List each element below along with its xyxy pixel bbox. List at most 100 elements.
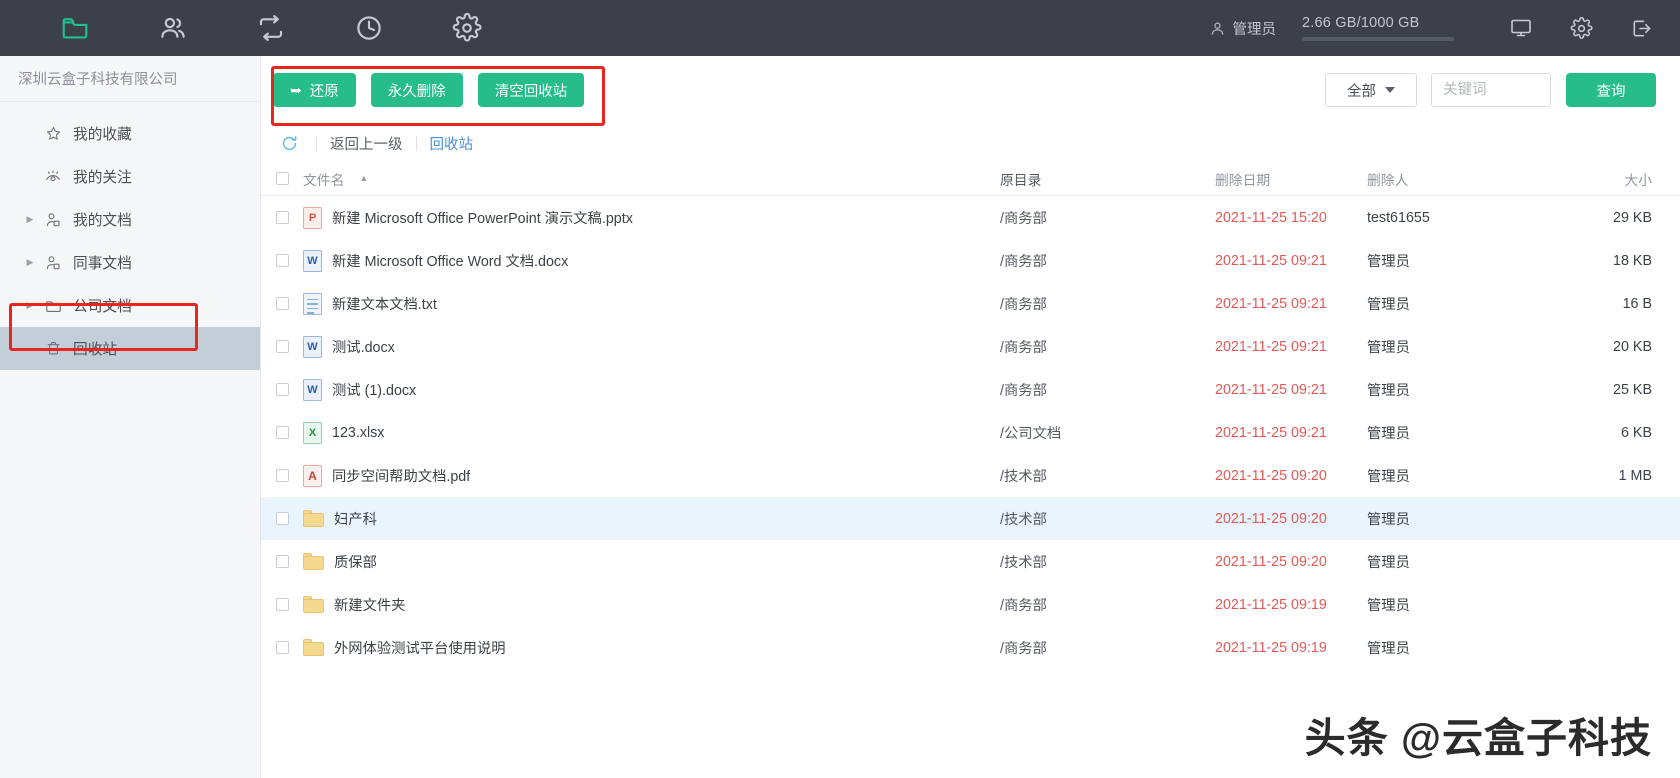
cell-file-name[interactable]: 新建文件夹 (303, 594, 1000, 615)
cell-file-name[interactable]: W 测试.docx (303, 335, 1000, 358)
select-all-checkbox[interactable] (275, 172, 289, 185)
row-checkbox[interactable] (275, 211, 289, 224)
row-checkbox[interactable] (275, 641, 289, 654)
cell-file-name[interactable]: W 新建 Microsoft Office Word 文档.docx (303, 249, 1000, 272)
table-row[interactable]: 外网体验测试平台使用说明/商务部 2021-11-25 09:19 管理员 (261, 626, 1680, 669)
cell-delete-date: 2021-11-25 09:21 (1215, 424, 1327, 441)
sidebar-item-colleague-documents[interactable]: ▶ 同事文档 (0, 241, 260, 284)
refresh-icon[interactable] (275, 129, 303, 157)
sidebar-item-my-documents[interactable]: ▶ 我的文档 (0, 198, 260, 241)
cell-file-name[interactable]: 外网体验测试平台使用说明 (303, 637, 1000, 658)
word-file-icon: W (303, 335, 322, 358)
cell-file-name[interactable]: 质保部 (303, 551, 1000, 572)
nav-gear-icon[interactable] (450, 11, 484, 45)
cell-size: 16 B (1622, 295, 1652, 312)
cell-delete-date: 2021-11-25 09:21 (1215, 295, 1327, 312)
cell-file-name[interactable]: P 新建 Microsoft Office PowerPoint 演示文稿.ppt… (303, 206, 1000, 229)
row-checkbox[interactable] (275, 598, 289, 611)
column-header-name[interactable]: 文件名 ▲ (303, 169, 1000, 189)
sidebar-item-label: 回收站 (73, 342, 118, 358)
row-select-cell (261, 426, 303, 439)
row-checkbox[interactable] (275, 254, 289, 267)
sidebar-item-recycle-bin[interactable]: ▶ 回收站 (0, 327, 260, 370)
row-checkbox[interactable] (275, 383, 289, 396)
permanent-delete-button[interactable]: 永久删除 (370, 73, 463, 107)
permanent-delete-label: 永久删除 (387, 83, 446, 100)
filter-scope-value: 全部 (1347, 83, 1376, 100)
table-row[interactable]: 质保部/技术部 2021-11-25 09:20 管理员 (261, 540, 1680, 583)
row-checkbox[interactable] (275, 469, 289, 482)
top-bar-right: 管理员 2.66 GB/1000 GB (1209, 15, 1680, 41)
restore-button[interactable]: ➥ 还原 (273, 73, 356, 107)
back-to-parent-link[interactable]: 返回上一级 (330, 133, 403, 154)
sidebar-item-company-documents[interactable]: ▶ 公司文档 (0, 284, 260, 327)
row-checkbox[interactable] (275, 426, 289, 439)
cell-deleted-by: 管理员 (1367, 426, 1410, 442)
cell-size: 1 MB (1618, 467, 1652, 484)
search-input[interactable] (1431, 73, 1551, 107)
cell-file-name[interactable]: A 同步空间帮助文档.pdf (303, 464, 1000, 487)
select-all-cell (261, 172, 303, 185)
table-row[interactable]: W 测试 (1).docx/商务部 2021-11-25 09:21 管理员 25 KB (261, 368, 1680, 411)
table-row[interactable]: P 新建 Microsoft Office PowerPoint 演示文稿.ppt… (261, 196, 1680, 239)
cell-file-name[interactable]: 新建文本文档.txt (303, 292, 1000, 315)
caret-icon[interactable]: ▶ (22, 257, 38, 268)
cell-file-name[interactable]: 妇产科 (303, 508, 1000, 529)
pdf-file-icon: A (303, 464, 322, 487)
row-checkbox[interactable] (275, 297, 289, 310)
file-name-text: 同步空间帮助文档.pdf (332, 469, 471, 485)
restore-button-label: 还原 (309, 83, 339, 100)
cell-delete-date: 2021-11-25 09:20 (1215, 510, 1327, 527)
nav-users-icon[interactable] (156, 11, 190, 45)
cell-file-name[interactable]: X 123.xlsx (303, 421, 1000, 444)
column-header-date[interactable]: 删除日期 (1215, 169, 1367, 189)
cell-original-directory: /商务部 (1000, 340, 1047, 356)
file-name-text: 妇产科 (334, 512, 377, 528)
sidebar-item-following[interactable]: ▶ 我的关注 (0, 155, 260, 198)
row-checkbox[interactable] (275, 512, 289, 525)
row-select-cell (261, 211, 303, 224)
breadcrumb-current[interactable]: 回收站 (430, 133, 474, 154)
caret-icon[interactable]: ▶ (22, 300, 38, 311)
cell-original-directory: /商务部 (1000, 598, 1047, 614)
column-header-deleted-by[interactable]: 删除人 (1367, 169, 1572, 189)
cell-delete-date: 2021-11-25 09:20 (1215, 553, 1327, 570)
file-name-text: 测试 (1).docx (332, 383, 417, 399)
sidebar-item-favorites[interactable]: ▶ 我的收藏 (0, 112, 260, 155)
table-row[interactable]: W 新建 Microsoft Office Word 文档.docx/商务部 202… (261, 239, 1680, 282)
sidebar-item-label: 公司文档 (73, 299, 132, 315)
current-user[interactable]: 管理员 (1209, 18, 1276, 39)
row-select-cell (261, 555, 303, 568)
nav-clock-icon[interactable] (352, 11, 386, 45)
cell-delete-date: 2021-11-25 09:21 (1215, 252, 1327, 269)
table-row[interactable]: 新建文件夹/商务部 2021-11-25 09:19 管理员 (261, 583, 1680, 626)
cell-deleted-by: 管理员 (1367, 297, 1410, 313)
search-button[interactable]: 查询 (1566, 73, 1656, 107)
user-folder-icon (38, 211, 68, 229)
cell-file-name[interactable]: W 测试 (1).docx (303, 378, 1000, 401)
row-checkbox[interactable] (275, 555, 289, 568)
table-row[interactable]: W 测试.docx/商务部 2021-11-25 09:21 管理员 20 KB (261, 325, 1680, 368)
nav-sync-icon[interactable] (254, 11, 288, 45)
table-row[interactable]: 新建文本文档.txt/商务部 2021-11-25 09:21 管理员 16 B (261, 282, 1680, 325)
caret-icon[interactable]: ▶ (22, 214, 38, 225)
table-row[interactable]: 妇产科/技术部 2021-11-25 09:20 管理员 (261, 497, 1680, 540)
filter-scope-select[interactable]: 全部 (1325, 73, 1417, 107)
cell-original-directory: /技术部 (1000, 512, 1047, 528)
column-header-size[interactable]: 大小 (1572, 169, 1680, 189)
column-header-directory[interactable]: 原目录 (1000, 169, 1215, 189)
empty-recycle-bin-button[interactable]: 清空回收站 (477, 73, 585, 107)
settings-gear-icon[interactable] (1568, 15, 1594, 41)
nav-folder-icon[interactable] (58, 11, 92, 45)
sidebar: 深圳云盒子科技有限公司 ▶ 我的收藏 ▶ 我的关注 (0, 56, 261, 778)
sidebar-item-label: 我的收藏 (73, 127, 132, 143)
cell-size: 29 KB (1613, 209, 1652, 226)
storage-bar (1302, 37, 1454, 41)
cell-deleted-by: 管理员 (1367, 598, 1410, 614)
monitor-icon[interactable] (1508, 15, 1534, 41)
table-row[interactable]: X 123.xlsx/公司文档 2021-11-25 09:21 管理员 6 KB (261, 411, 1680, 454)
cell-original-directory: /商务部 (1000, 211, 1047, 227)
row-checkbox[interactable] (275, 340, 289, 353)
logout-icon[interactable] (1628, 15, 1654, 41)
table-row[interactable]: A 同步空间帮助文档.pdf/技术部 2021-11-25 09:20 管理员 1 MB (261, 454, 1680, 497)
